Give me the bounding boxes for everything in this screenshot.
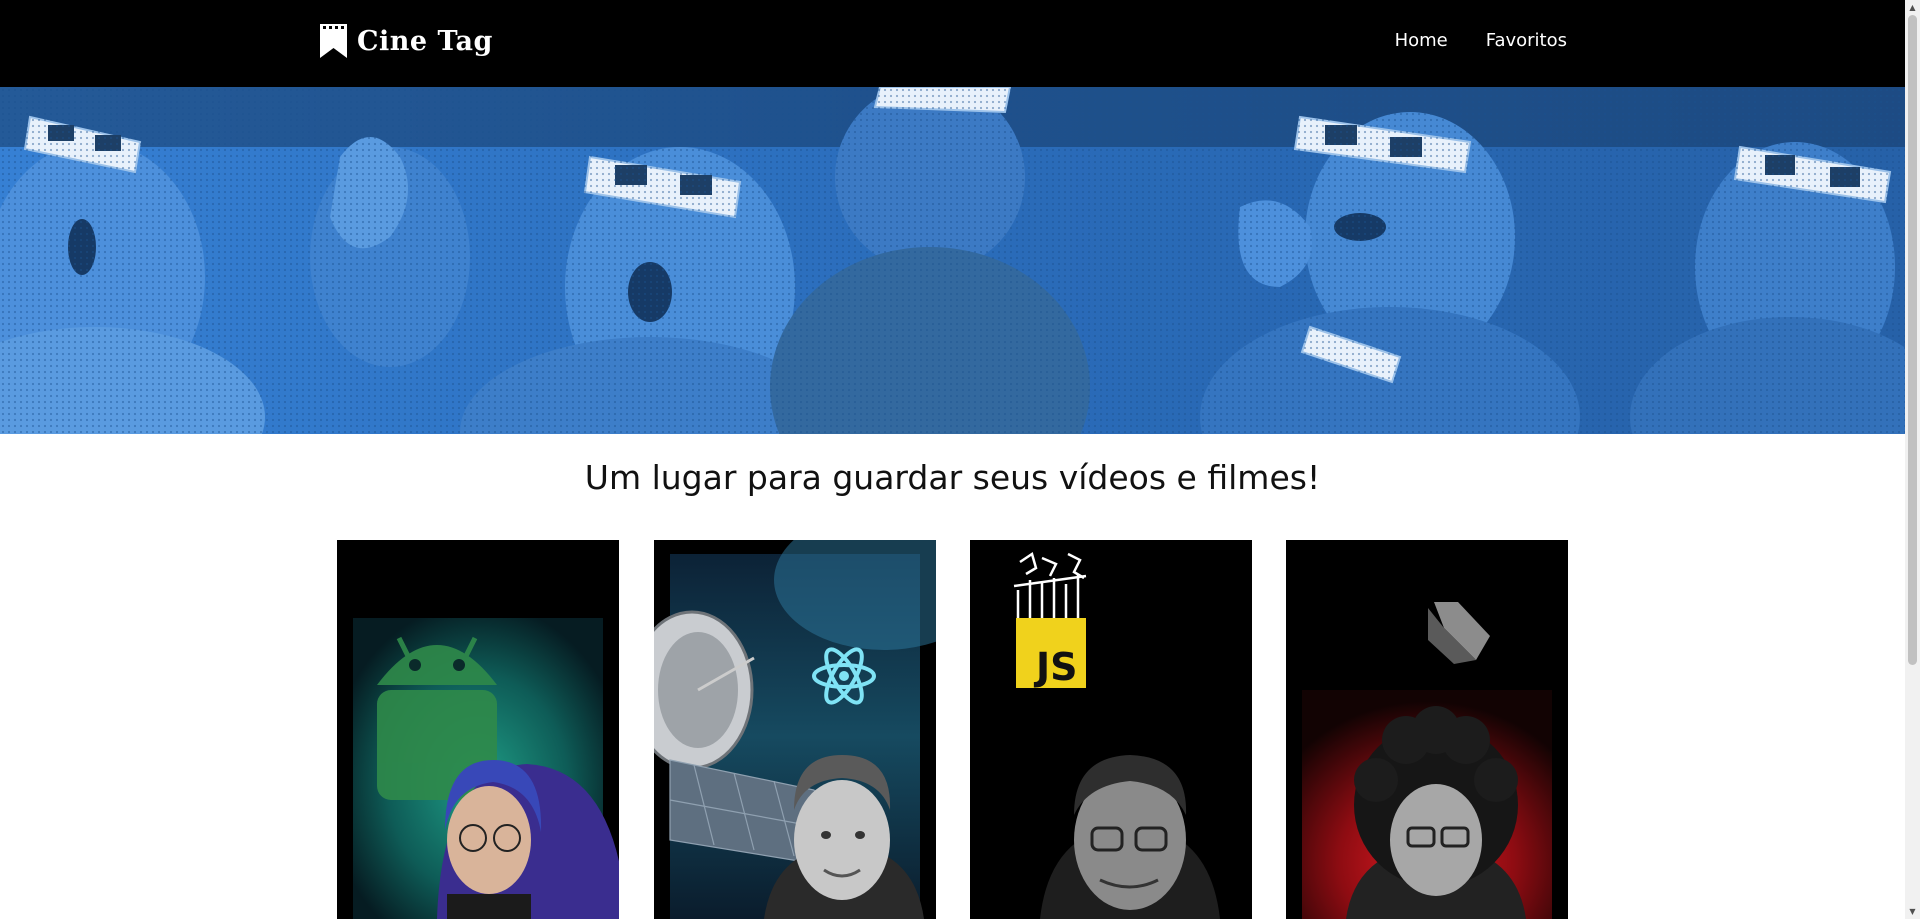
nav-home[interactable]: Home	[1395, 30, 1448, 51]
main-nav: Home Favoritos	[1395, 30, 1567, 51]
scroll-down-arrow-icon[interactable]: ▼	[1905, 904, 1920, 919]
page-title: Um lugar para guardar seus vídeos e film…	[584, 458, 1321, 497]
video-card-android[interactable]	[337, 540, 619, 919]
video-card-dart[interactable]	[1286, 540, 1568, 919]
hero-banner	[0, 87, 1905, 434]
dart-video-thumbnail	[1286, 540, 1568, 919]
js-badge: JS	[1033, 645, 1078, 689]
video-card-react[interactable]	[654, 540, 936, 919]
scroll-thumb[interactable]	[1908, 15, 1917, 665]
site-header: Cine Tag Home Favoritos	[0, 0, 1905, 87]
cinema-audience-3d-glasses-image	[0, 87, 1905, 434]
bookmark-film-icon	[320, 24, 347, 58]
video-card-javascript[interactable]: JS	[970, 540, 1252, 919]
nav-favoritos[interactable]: Favoritos	[1486, 30, 1567, 51]
javascript-video-thumbnail: JS	[970, 540, 1252, 919]
android-video-thumbnail	[337, 540, 619, 919]
scroll-up-arrow-icon[interactable]: ▲	[1905, 0, 1920, 15]
vertical-scrollbar[interactable]: ▲ ▼	[1905, 0, 1920, 919]
page: Cine Tag Home Favoritos Um lugar para gu…	[0, 0, 1920, 919]
logo-text: Cine Tag	[357, 25, 493, 57]
logo-link[interactable]: Cine Tag	[320, 24, 493, 58]
react-video-thumbnail	[654, 540, 936, 919]
